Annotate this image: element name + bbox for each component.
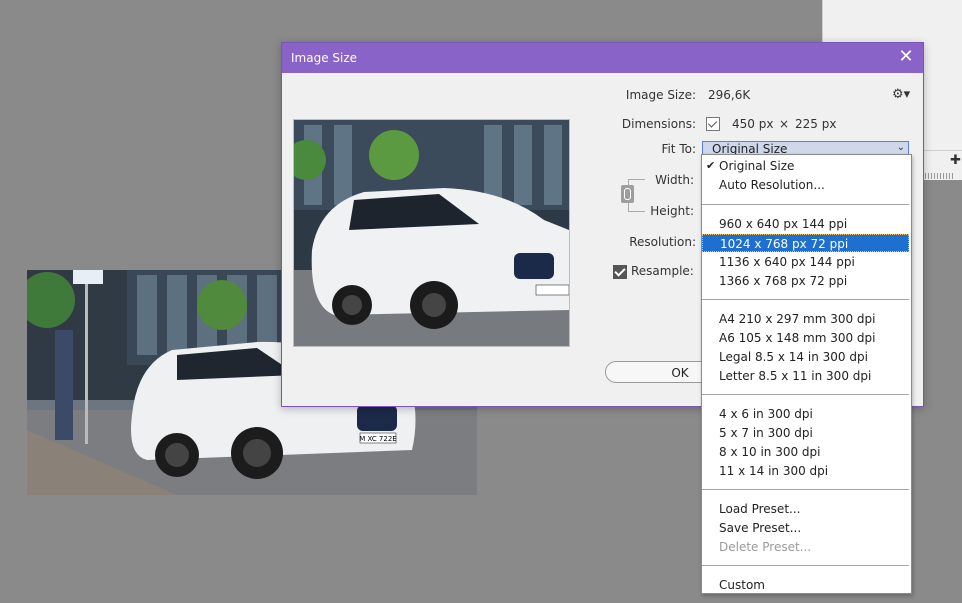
dropdown-item[interactable]: 960 x 640 px 144 ppi [702,215,909,233]
move-icon[interactable]: ✚ [950,153,961,168]
dropdown-item-label: Load Preset... [719,502,801,516]
fit-to-select[interactable]: Original Size ⌄ [702,141,909,156]
ruler-icon [925,173,955,179]
dropdown-item-label: 1024 x 768 px 72 ppi [720,237,849,251]
dropdown-item[interactable]: 1136 x 640 px 144 ppi [702,253,909,271]
checkmark-icon: ✔ [706,159,716,172]
dimension-height: 225 px [795,117,837,131]
dropdown-separator [702,299,909,300]
dialog-title: Image Size [291,51,358,65]
resolution-label: Resolution: [629,235,696,249]
dropdown-item[interactable]: 5 x 7 in 300 dpi [702,424,909,442]
dropdown-item[interactable]: Legal 8.5 x 14 in 300 dpi [702,348,909,366]
dropdown-item[interactable]: A4 210 x 297 mm 300 dpi [702,310,909,328]
dropdown-item-label: 1366 x 768 px 72 ppi [719,274,848,288]
image-size-label: Image Size: [625,88,696,102]
dropdown-separator [702,204,909,205]
dimension-separator: × [779,117,790,131]
dropdown-item-label: Auto Resolution... [719,178,825,192]
dropdown-item: Delete Preset... [702,538,909,556]
close-icon[interactable]: ✕ [895,46,917,68]
dimension-width: 450 px [732,117,774,131]
dropdown-item-label: 8 x 10 in 300 dpi [719,445,821,459]
dropdown-item[interactable]: Letter 8.5 x 11 in 300 dpi [702,367,909,385]
resample-checkbox[interactable] [613,265,627,279]
link-bracket-bottom [628,203,645,212]
dropdown-separator [702,394,909,395]
dropdown-item-label: 960 x 640 px 144 ppi [719,217,848,231]
dropdown-item[interactable]: 11 x 14 in 300 dpi [702,462,909,480]
dropdown-item-label: Legal 8.5 x 14 in 300 dpi [719,350,868,364]
dropdown-item[interactable]: 8 x 10 in 300 dpi [702,443,909,461]
dimensions-label: Dimensions: [621,117,696,131]
dropdown-item[interactable]: 4 x 6 in 300 dpi [702,405,909,423]
dropdown-item[interactable]: 1024 x 768 px 72 ppi [702,234,909,252]
dropdown-item-label: 4 x 6 in 300 dpi [719,407,813,421]
dropdown-item-label: Original Size [719,159,795,173]
link-icon[interactable] [621,185,634,203]
dropdown-item[interactable]: Save Preset... [702,519,909,537]
fit-to-label: Fit To: [661,142,696,156]
dropdown-item-label: A4 210 x 297 mm 300 dpi [719,312,876,326]
dropdown-item-label: Delete Preset... [719,540,812,554]
license-plate: M XC 722E [359,435,396,443]
chevron-down-icon: ⌄ [896,142,905,153]
gear-icon[interactable]: ⚙▾ [892,87,910,102]
dropdown-item[interactable]: 1366 x 768 px 72 ppi [702,272,909,290]
dropdown-item-label: 11 x 14 in 300 dpi [719,464,829,478]
fit-to-dropdown: ✔ Original Size Auto Resolution... 960 x 64… [701,154,912,594]
image-preview [293,119,570,347]
dropdown-item[interactable]: Auto Resolution... [702,176,909,194]
dropdown-separator [702,489,909,490]
dropdown-separator [702,565,909,566]
dialog-titlebar[interactable]: Image Size ✕ [282,43,923,73]
resample-label: Resample: [631,264,694,278]
dropdown-item-label: A6 105 x 148 mm 300 dpi [719,331,876,345]
image-size-value: 296,6K [708,88,751,102]
dropdown-item[interactable]: Load Preset... [702,500,909,518]
dropdown-item-label: Custom [719,578,765,592]
dropdown-item-label: Letter 8.5 x 11 in 300 dpi [719,369,872,383]
dropdown-item[interactable]: ✔ Original Size [702,157,909,175]
dropdown-item-label: Save Preset... [719,521,802,535]
dropdown-item[interactable]: Custom [702,576,909,594]
dropdown-item-label: 1136 x 640 px 144 ppi [719,255,855,269]
dropdown-item[interactable]: A6 105 x 148 mm 300 dpi [702,329,909,347]
dimensions-units-toggle[interactable] [706,117,720,131]
dropdown-item-label: 5 x 7 in 300 dpi [719,426,813,440]
